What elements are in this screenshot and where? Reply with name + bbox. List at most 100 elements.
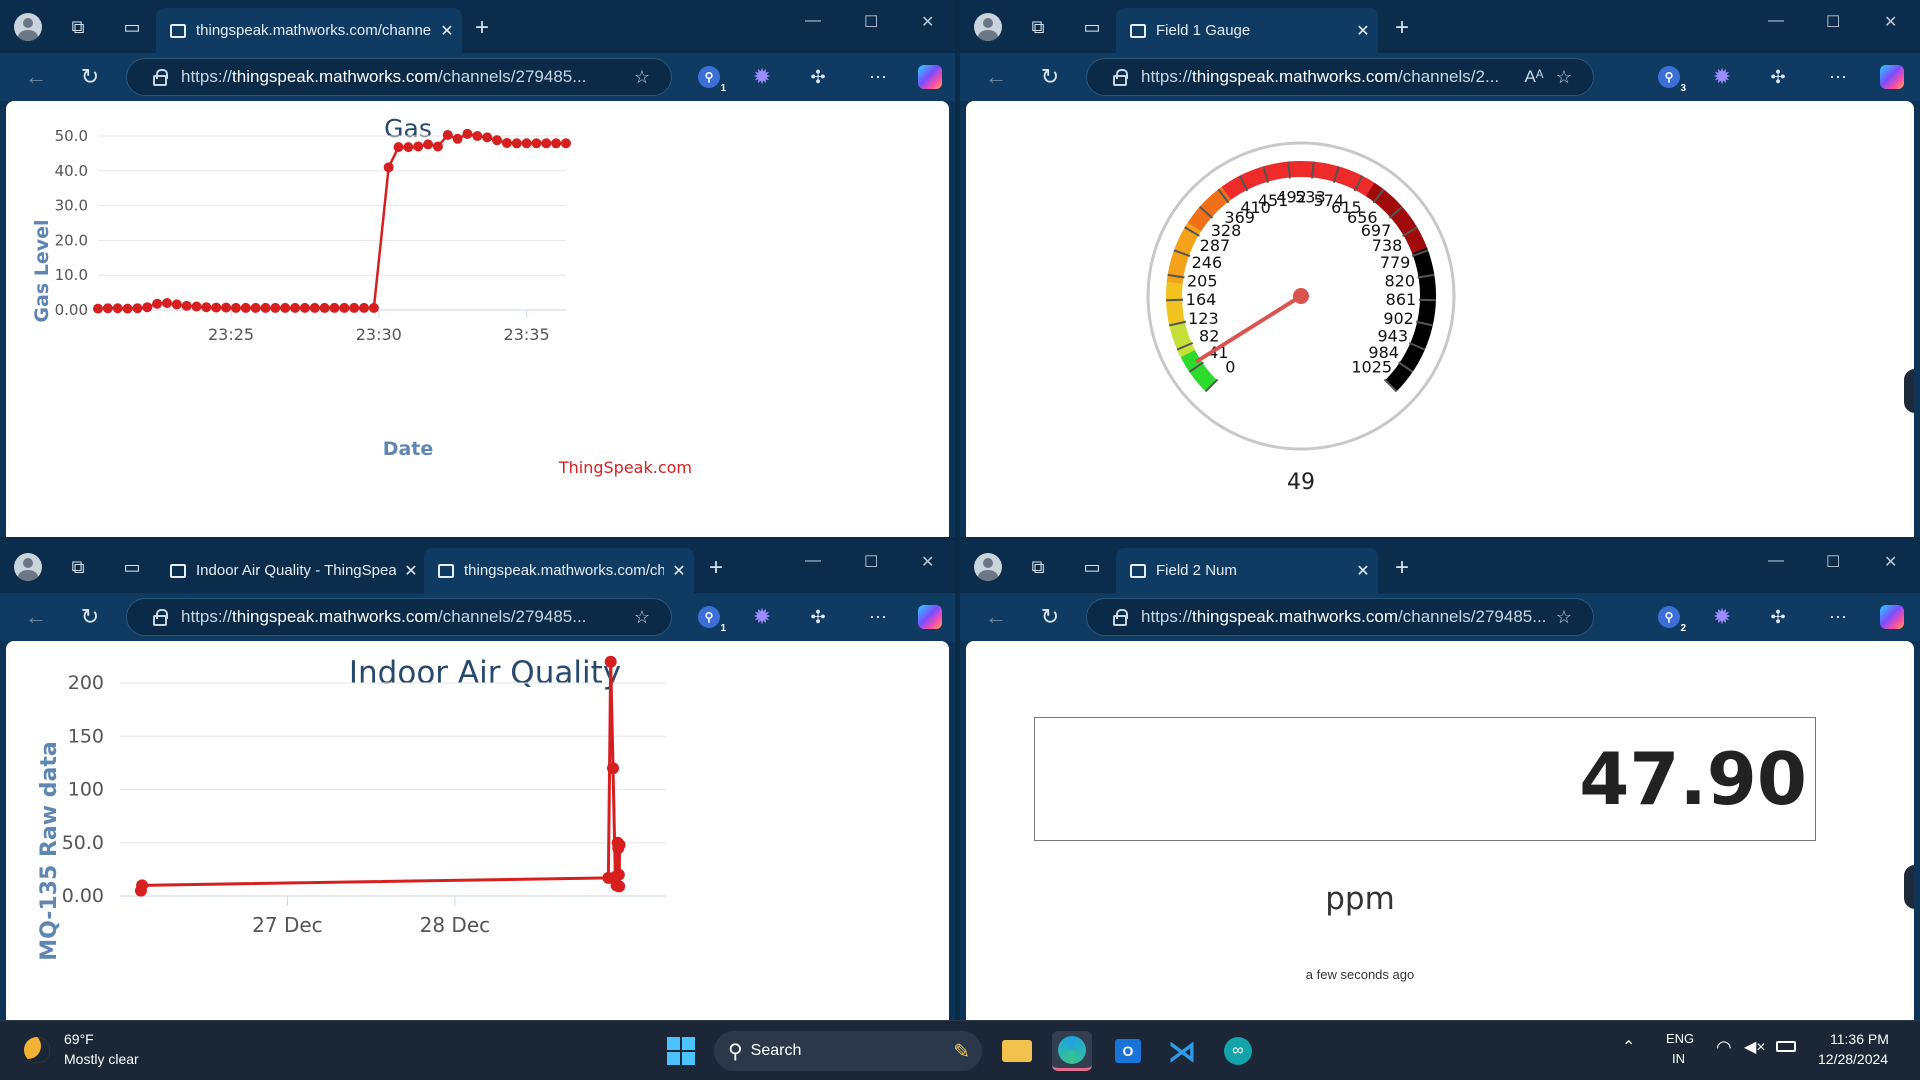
favorite-star-icon[interactable]: ☆: [627, 67, 657, 88]
more-menu-icon[interactable]: ⋯: [1826, 605, 1850, 629]
weather-desc[interactable]: Mostly clear: [64, 1051, 139, 1067]
profile-avatar-icon[interactable]: [974, 553, 1002, 581]
scroll-handle[interactable]: [1904, 865, 1914, 909]
settings-gear-icon[interactable]: ✹: [750, 604, 774, 629]
language-top[interactable]: ENG: [1666, 1031, 1694, 1046]
tab-field-2-num[interactable]: Field 2 Num ✕: [1116, 548, 1378, 593]
extension-icon[interactable]: ⚲ 1: [698, 606, 726, 634]
weather-temp[interactable]: 69°F: [64, 1031, 94, 1047]
back-icon[interactable]: ←: [984, 64, 1008, 89]
extensions-puzzle-icon[interactable]: ✣: [806, 605, 830, 629]
clock-date[interactable]: 12/28/2024: [1818, 1051, 1888, 1067]
arduino-button[interactable]: ∞: [1218, 1031, 1258, 1071]
extensions-puzzle-icon[interactable]: ✣: [806, 65, 830, 89]
tab-indoor-air-quality[interactable]: Indoor Air Quality - ThingSpeak ✕: [156, 548, 426, 593]
gauge-tick-label: 861: [1386, 290, 1417, 309]
updated-time: a few seconds ago: [1305, 967, 1415, 982]
minimize-icon[interactable]: —: [1768, 552, 1784, 570]
new-tab-icon[interactable]: +: [1390, 14, 1414, 41]
copilot-icon[interactable]: [1880, 605, 1904, 629]
vertical-tabs-icon[interactable]: ▭: [1080, 556, 1104, 578]
vertical-tabs-icon[interactable]: ▭: [1080, 16, 1104, 38]
more-menu-icon[interactable]: ⋯: [866, 65, 890, 89]
settings-gear-icon[interactable]: ✹: [1710, 64, 1734, 89]
url-field[interactable]: https://thingspeak.mathworks.com/channel…: [126, 598, 672, 636]
tab-close-icon[interactable]: ✕: [1348, 561, 1378, 581]
edge-button[interactable]: [1052, 1031, 1092, 1071]
more-menu-icon[interactable]: ⋯: [866, 605, 890, 629]
tab-close-icon[interactable]: ✕: [432, 21, 462, 41]
back-icon[interactable]: ←: [984, 604, 1008, 629]
minimize-icon[interactable]: —: [805, 12, 821, 30]
settings-gear-icon[interactable]: ✹: [1710, 604, 1734, 629]
favorite-star-icon[interactable]: ☆: [627, 607, 657, 628]
minimize-icon[interactable]: —: [805, 552, 821, 570]
close-window-icon[interactable]: ✕: [1884, 552, 1897, 572]
favorite-star-icon[interactable]: ☆: [1549, 67, 1579, 88]
vertical-tabs-icon[interactable]: ▭: [120, 16, 144, 38]
new-tab-icon[interactable]: +: [1390, 554, 1414, 581]
start-button[interactable]: [661, 1031, 701, 1071]
copilot-icon[interactable]: [1880, 65, 1904, 89]
clock-time[interactable]: 11:36 PM: [1830, 1031, 1889, 1047]
close-window-icon[interactable]: ✕: [921, 12, 934, 32]
profile-avatar-icon[interactable]: [974, 13, 1002, 41]
profile-avatar-icon[interactable]: [14, 13, 42, 41]
outlook-button[interactable]: O: [1108, 1031, 1148, 1071]
credit-link[interactable]: ThingSpeak.com: [558, 458, 692, 477]
arduino-icon: ∞: [1224, 1037, 1252, 1065]
workspaces-icon[interactable]: ⧉: [1026, 16, 1050, 38]
new-tab-icon[interactable]: +: [470, 14, 494, 41]
refresh-icon[interactable]: ↻: [78, 64, 102, 89]
settings-gear-icon[interactable]: ✹: [750, 64, 774, 89]
refresh-icon[interactable]: ↻: [1038, 64, 1062, 89]
tab-close-icon[interactable]: ✕: [664, 561, 694, 581]
more-menu-icon[interactable]: ⋯: [1826, 65, 1850, 89]
maximize-icon[interactable]: ☐: [1826, 12, 1840, 32]
extension-icon[interactable]: ⚲ 3: [1658, 66, 1686, 94]
extensions-puzzle-icon[interactable]: ✣: [1766, 65, 1790, 89]
vertical-tabs-icon[interactable]: ▭: [120, 556, 144, 578]
maximize-icon[interactable]: ☐: [1826, 552, 1840, 572]
tab-close-icon[interactable]: ✕: [1348, 21, 1378, 41]
workspaces-icon[interactable]: ⧉: [66, 16, 90, 38]
volume-muted-icon[interactable]: ◀×: [1744, 1037, 1766, 1057]
weather-moon-icon[interactable]: [24, 1037, 50, 1063]
maximize-icon[interactable]: ☐: [864, 552, 878, 572]
close-window-icon[interactable]: ✕: [1884, 12, 1897, 32]
workspaces-icon[interactable]: ⧉: [1026, 556, 1050, 578]
minimize-icon[interactable]: —: [1768, 12, 1784, 30]
url-field[interactable]: https://thingspeak.mathworks.com/channel…: [126, 58, 672, 96]
url-field[interactable]: https://thingspeak.mathworks.com/channel…: [1086, 58, 1594, 96]
url-path: /channels/279485...: [1398, 607, 1547, 626]
refresh-icon[interactable]: ↻: [78, 604, 102, 629]
file-explorer-button[interactable]: [997, 1031, 1037, 1071]
back-icon[interactable]: ←: [24, 604, 48, 629]
tab-thingspeak-channel[interactable]: thingspeak.mathworks.com/channels ✕: [424, 548, 694, 593]
close-window-icon[interactable]: ✕: [921, 552, 934, 572]
workspaces-icon[interactable]: ⧉: [66, 556, 90, 578]
wifi-icon[interactable]: ◠: [1716, 1037, 1732, 1058]
battery-icon[interactable]: [1776, 1041, 1796, 1052]
back-icon[interactable]: ←: [24, 64, 48, 89]
vscode-button[interactable]: ⋊: [1162, 1031, 1202, 1071]
language-bottom[interactable]: IN: [1672, 1051, 1685, 1066]
tab-field-1-gauge[interactable]: Field 1 Gauge ✕: [1116, 8, 1378, 53]
copilot-icon[interactable]: [918, 605, 942, 629]
profile-avatar-icon[interactable]: [14, 553, 42, 581]
refresh-icon[interactable]: ↻: [1038, 604, 1062, 629]
scroll-handle[interactable]: [1904, 369, 1914, 413]
extension-icon[interactable]: ⚲ 1: [698, 66, 726, 94]
tab-thingspeak-channel[interactable]: thingspeak.mathworks.com/channels/279485…: [156, 8, 462, 53]
favorite-star-icon[interactable]: ☆: [1549, 607, 1579, 628]
extensions-puzzle-icon[interactable]: ✣: [1766, 605, 1790, 629]
copilot-icon[interactable]: [918, 65, 942, 89]
show-hidden-icons-icon[interactable]: ⌃: [1622, 1037, 1635, 1057]
tab-close-icon[interactable]: ✕: [396, 561, 426, 581]
maximize-icon[interactable]: ☐: [864, 12, 878, 32]
read-aloud-icon[interactable]: Aᴬ: [1519, 67, 1549, 87]
extension-icon[interactable]: ⚲ 2: [1658, 606, 1686, 634]
url-field[interactable]: https://thingspeak.mathworks.com/channel…: [1086, 598, 1594, 636]
search-box[interactable]: ⚲ Search ✎: [714, 1031, 982, 1071]
new-tab-icon[interactable]: +: [704, 554, 728, 581]
